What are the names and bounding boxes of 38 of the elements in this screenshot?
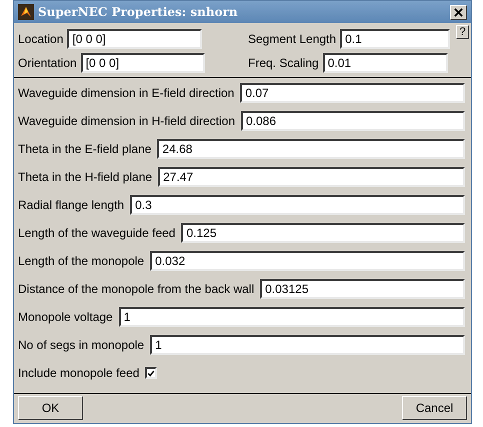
- dialog-button[interactable]: Cancel: [402, 396, 467, 420]
- field-label: Waveguide dimension in H-field direction: [18, 114, 235, 128]
- field-label: Freq. Scaling: [248, 56, 319, 70]
- logo-icon: [18, 4, 34, 20]
- field-label: Radial flange length: [18, 198, 124, 212]
- input-field[interactable]: [0 0 0]: [67, 29, 202, 49]
- input-field[interactable]: 0.1: [340, 29, 450, 49]
- input-field[interactable]: 0.3: [130, 195, 465, 215]
- input-field[interactable]: 0.03125: [260, 279, 465, 299]
- field-label: Distance of the monopole from the back wall: [18, 282, 254, 296]
- dialog-button[interactable]: OK: [18, 396, 83, 420]
- field-label: Orientation: [18, 56, 77, 70]
- field-label: No of segs in monopole: [18, 338, 144, 352]
- close-button[interactable]: [450, 4, 467, 20]
- checkbox[interactable]: [145, 367, 158, 379]
- input-field[interactable]: [0 0 0]: [80, 53, 205, 73]
- check-icon: [147, 368, 156, 378]
- input-field[interactable]: 1: [150, 335, 465, 355]
- window-title: SuperNEC Properties: snhorn: [38, 5, 239, 19]
- input-field[interactable]: 0.01: [322, 53, 448, 73]
- input-field[interactable]: 0.086: [241, 111, 465, 131]
- input-field[interactable]: 27.47: [158, 167, 465, 187]
- close-icon: [454, 8, 463, 16]
- field-label: Waveguide dimension in E-field direction: [18, 86, 234, 100]
- input-field[interactable]: 0.07: [240, 83, 465, 103]
- input-field[interactable]: 0.032: [150, 251, 465, 271]
- field-label: Monopole voltage: [18, 310, 113, 324]
- field-label: Length of the waveguide feed: [18, 226, 176, 240]
- field-label: Segment Length: [248, 32, 336, 46]
- field-label: Theta in the E-field plane: [18, 142, 152, 156]
- field-label: Theta in the H-field plane: [18, 170, 152, 184]
- input-field[interactable]: 24.68: [157, 139, 465, 159]
- input-field[interactable]: 0.125: [181, 223, 465, 243]
- field-label: Location: [18, 32, 64, 46]
- help-button[interactable]: ?: [456, 25, 469, 39]
- input-field[interactable]: 1: [118, 307, 465, 327]
- field-label: Length of the monopole: [18, 254, 144, 268]
- checkbox-label: Include monopole feed: [18, 366, 140, 380]
